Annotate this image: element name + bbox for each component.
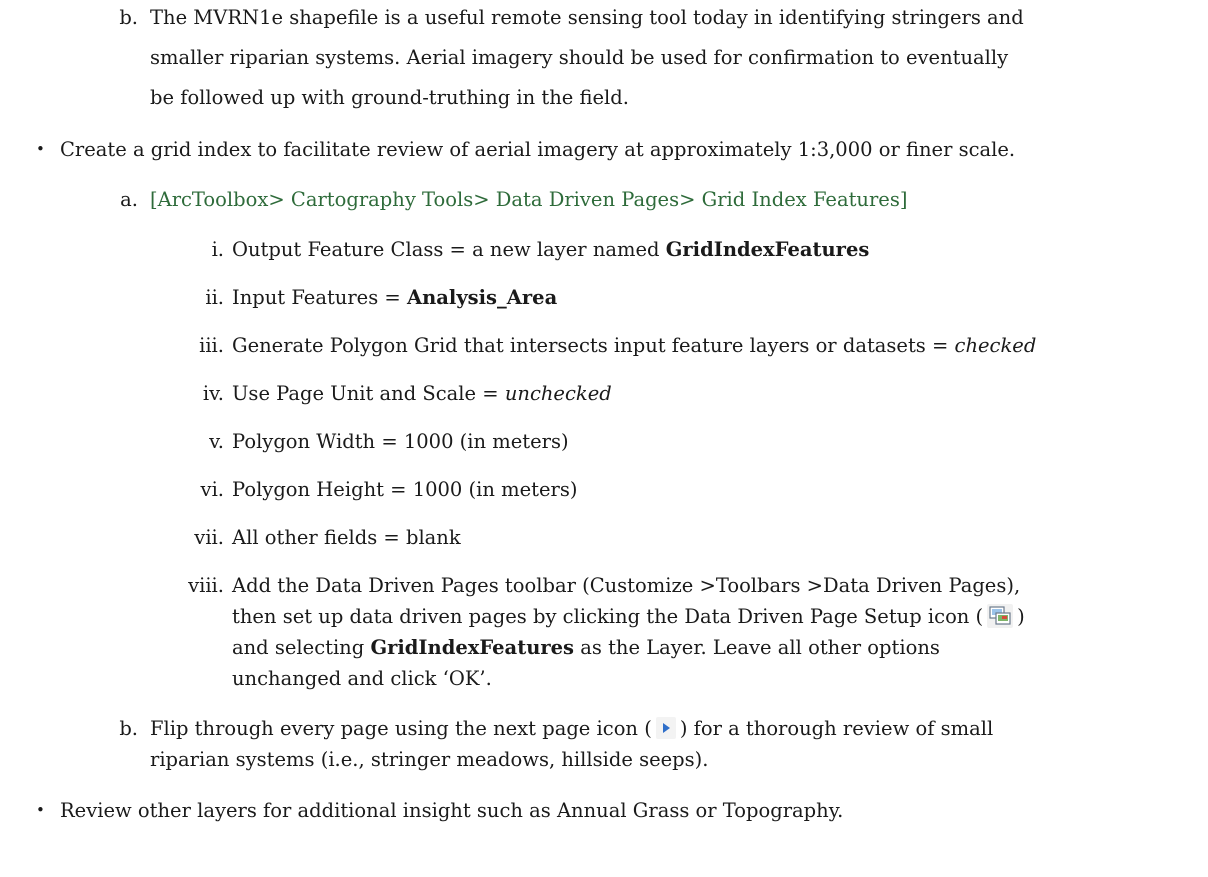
sub-list-marker: vii.: [194, 526, 224, 549]
sub-list-marker: ii.: [205, 286, 224, 309]
paragraph-line: The MVRN1e shapefile is a useful remote …: [150, 6, 1024, 29]
paragraph-line: then set up data driven pages by clickin…: [232, 604, 1025, 628]
sub-list-marker: v.: [209, 430, 224, 453]
option-state: checked: [954, 334, 1037, 357]
list-marker: a.: [120, 188, 138, 211]
paragraph-line: and selecting GridIndexFeatures as the L…: [232, 636, 940, 659]
layer-name: GridIndexFeatures: [665, 238, 870, 261]
next-page-icon[interactable]: [655, 717, 676, 739]
sub-list-marker: iii.: [199, 334, 224, 357]
sub-list-item: Polygon Width = 1000 (in meters): [232, 430, 569, 453]
paragraph-line: riparian systems (i.e., stringer meadows…: [150, 748, 709, 771]
sub-list-marker: iv.: [202, 382, 224, 405]
sub-list-marker: vi.: [200, 478, 224, 501]
sub-list-marker: viii.: [188, 574, 224, 597]
layer-name: GridIndexFeatures: [370, 636, 575, 659]
layer-name: Analysis_Area: [406, 286, 558, 309]
paragraph-line: unchanged and click ‘OK’.: [232, 667, 492, 690]
menu-path-link[interactable]: [ArcToolbox> Cartography Tools> Data Dri…: [150, 184, 907, 215]
sub-list-item: Polygon Height = 1000 (in meters): [232, 478, 578, 501]
data-driven-page-setup-icon[interactable]: [987, 604, 1014, 628]
sub-list-item: Generate Polygon Grid that intersects in…: [232, 334, 1037, 357]
list-marker: b.: [119, 6, 138, 29]
paragraph-line: be followed up with ground-truthing in t…: [150, 86, 629, 109]
sub-list-item: Use Page Unit and Scale = unchecked: [232, 382, 612, 405]
sub-list-item: Input Features = Analysis_Area: [232, 286, 558, 309]
paragraph-line: smaller riparian systems. Aerial imagery…: [150, 46, 1009, 69]
paragraph-line: Flip through every page using the next p…: [150, 717, 994, 740]
list-marker: b.: [119, 717, 138, 740]
bullet-text: Create a grid index to facilitate review…: [60, 138, 1016, 161]
bullet-text: Review other layers for additional insig…: [60, 799, 844, 822]
bullet-marker: •: [36, 801, 45, 819]
sub-list-item: All other fields = blank: [232, 526, 461, 549]
bullet-marker: •: [36, 140, 45, 158]
paragraph-line: Add the Data Driven Pages toolbar (Custo…: [232, 574, 1021, 597]
sub-list-item: Output Feature Class = a new layer named…: [232, 238, 870, 261]
sub-list-marker: i.: [211, 238, 224, 261]
option-state: unchecked: [504, 382, 612, 405]
